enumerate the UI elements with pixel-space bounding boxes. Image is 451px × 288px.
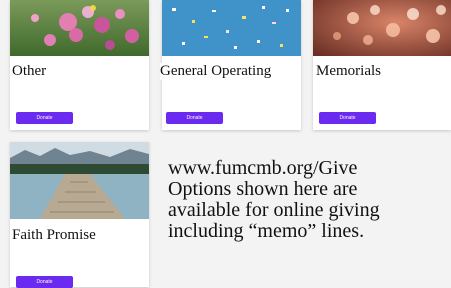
bokeh-hearts-image — [313, 0, 451, 56]
donate-button[interactable]: Donate — [166, 112, 223, 124]
info-line: Options shown here are — [168, 178, 358, 200]
flower-field-image — [10, 0, 149, 56]
lake-dock-image — [10, 142, 149, 219]
fund-card-other: Other Donate — [10, 0, 149, 130]
donate-button[interactable]: Donate — [319, 112, 376, 124]
fund-title: Memorials — [316, 63, 381, 80]
info-line: including “memo” lines. — [168, 220, 365, 242]
fund-card-faith-promise: Faith Promise Donate — [10, 142, 149, 288]
fund-card-memorials: Memorials Donate — [313, 0, 451, 130]
confetti-image — [162, 0, 301, 56]
giving-url: www.fumcmb.org/Give — [168, 157, 358, 179]
fund-card-general-operating: General Operating Donate — [160, 0, 301, 130]
info-line: available for online giving — [168, 199, 380, 221]
donate-button[interactable]: Donate — [16, 276, 73, 288]
online-giving-info: www.fumcmb.org/Give Options shown here a… — [168, 158, 450, 242]
fund-title: Faith Promise — [12, 227, 96, 244]
donate-button[interactable]: Donate — [16, 112, 73, 124]
fund-title: General Operating — [160, 63, 272, 80]
fund-title: Other — [12, 63, 47, 80]
